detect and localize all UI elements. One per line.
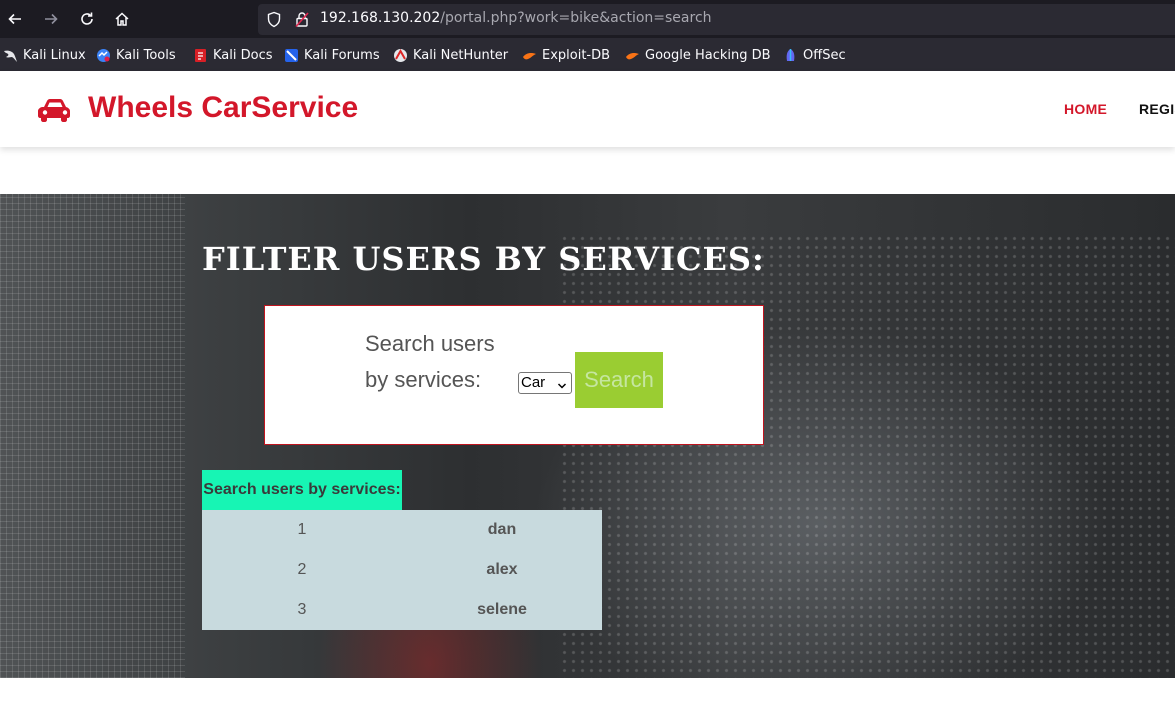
kali-docs-icon [193, 48, 208, 63]
bookmarks-bar: Kali Linux Kali Tools Kali Docs Kali For… [0, 38, 1175, 71]
row-username: dan [487, 521, 517, 538]
nav-register-link[interactable]: REGIS [1139, 101, 1175, 117]
home-icon[interactable] [110, 7, 134, 31]
search-button[interactable]: Search [575, 352, 663, 408]
kali-tools-icon [96, 48, 111, 63]
kali-forums-icon [284, 48, 299, 63]
row-username: selene [477, 601, 527, 618]
table-row: 2 alex [202, 550, 602, 590]
url-text[interactable]: 192.168.130.202/portal.php?work=bike&act… [320, 10, 712, 26]
background-foam [560, 234, 1175, 678]
chevron-down-icon [557, 377, 567, 397]
insecure-lock-icon[interactable] [294, 11, 310, 32]
exploit-db-icon [522, 48, 537, 63]
page-title: FILTER USERS BY SERVICES: [202, 240, 765, 278]
back-arrow-icon[interactable] [3, 7, 27, 31]
ghdb-icon [625, 48, 640, 63]
results-header: Search users by services: [202, 470, 402, 510]
site-header: Wheels CarService HOME REGIS [0, 71, 1175, 147]
table-row: 3 selene [202, 590, 602, 630]
kali-nethunter-icon [393, 48, 408, 63]
forward-arrow-icon[interactable] [39, 7, 63, 31]
browser-toolbar: 192.168.130.202/portal.php?work=bike&act… [0, 0, 1175, 38]
bookmark-kali-nethunter[interactable]: Kali NetHunter [393, 46, 508, 64]
results-table: 1 dan 2 alex 3 selene [202, 510, 602, 630]
nav-home-link[interactable]: HOME [1064, 101, 1107, 117]
hero-section: FILTER USERS BY SERVICES: Search users b… [0, 194, 1175, 678]
bookmark-google-hacking-db[interactable]: Google Hacking DB [625, 46, 771, 64]
brand-name[interactable]: Wheels CarService [88, 91, 358, 125]
bookmark-exploit-db[interactable]: Exploit-DB [522, 46, 610, 64]
bookmark-offsec[interactable]: OffSec [783, 46, 846, 64]
reload-icon[interactable] [75, 7, 99, 31]
bookmark-kali-forums[interactable]: Kali Forums [284, 46, 380, 64]
search-label: Search users by services: [365, 331, 495, 392]
bookmark-kali-tools[interactable]: Kali Tools [96, 46, 176, 64]
row-username: alex [486, 561, 518, 578]
service-select[interactable]: Car [518, 372, 572, 394]
shield-icon[interactable] [266, 11, 282, 32]
row-id: 1 [297, 521, 307, 538]
row-id: 3 [297, 601, 307, 618]
background-mesh [0, 194, 185, 678]
kali-dragon-icon [3, 48, 18, 63]
bookmark-kali-linux[interactable]: Kali Linux [3, 46, 86, 64]
bookmark-kali-docs[interactable]: Kali Docs [193, 46, 273, 64]
row-id: 2 [297, 561, 307, 578]
search-form: Search users by services: Car Search [264, 305, 764, 445]
address-bar[interactable]: 192.168.130.202/portal.php?work=bike&act… [258, 4, 1175, 35]
table-row: 1 dan [202, 510, 602, 550]
offsec-icon [783, 48, 798, 63]
car-icon[interactable] [38, 98, 72, 126]
